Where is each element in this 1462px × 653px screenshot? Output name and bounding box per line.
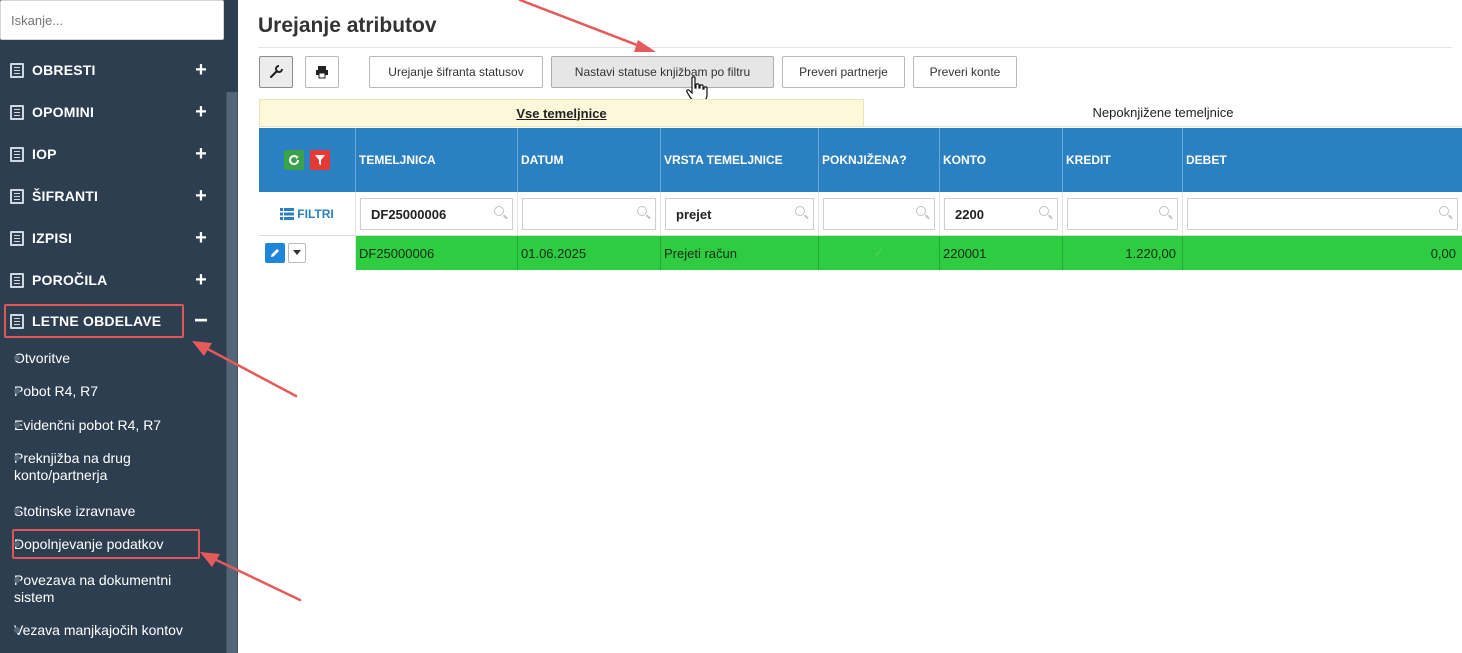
tab-unposted-journals[interactable]: Nepoknjižene temeljnice: [864, 99, 1462, 127]
page-title: Urejanje atributov: [258, 14, 437, 37]
row-actions-cell: [259, 236, 356, 270]
sidebar-item-izpisi[interactable]: IZPISI +: [0, 218, 224, 258]
filter-icon[interactable]: [310, 150, 330, 170]
sidebar-item-porocila[interactable]: POROČILA +: [0, 260, 224, 300]
sidebar-subitem-povezava[interactable]: Povezava na dokumentni sistem: [14, 572, 204, 606]
print-button[interactable]: [305, 56, 339, 88]
document-icon: [10, 104, 24, 120]
bullet-icon: [14, 627, 20, 633]
sidebar-subitem-stotinske[interactable]: Stotinske izravnave: [14, 503, 219, 520]
expand-icon[interactable]: +: [194, 228, 208, 248]
search-icon: [1159, 206, 1169, 216]
wrench-icon: [269, 65, 283, 79]
search-icon: [1439, 206, 1449, 216]
cell-kredit: 1.220,00: [1063, 236, 1183, 270]
grid-filter-row: FILTRI DF25000006 prejet 2200: [259, 192, 1462, 236]
document-icon: [10, 146, 24, 162]
search-icon: [795, 206, 805, 216]
cell-temeljnica: DF25000006: [356, 236, 518, 270]
cell-debet: 0,00: [1430, 245, 1456, 261]
row-dropdown-chevron-down-icon[interactable]: [288, 243, 306, 263]
bullet-icon: [14, 577, 20, 583]
search-icon: [637, 206, 647, 216]
sidebar-item-obresti[interactable]: OBRESTI +: [0, 50, 224, 90]
search-icon: [1039, 206, 1049, 216]
cell-datum: 01.06.2025: [518, 236, 661, 270]
filter-input-poknjizena[interactable]: [823, 198, 935, 230]
sidebar-item-sifranti[interactable]: ŠIFRANTI +: [0, 176, 224, 216]
filter-cell-datum: [518, 192, 661, 236]
sidebar-item-iop[interactable]: IOP +: [0, 134, 224, 174]
filter-input-konto[interactable]: 2200: [944, 198, 1058, 230]
highlight-dopolnjevanje: [12, 529, 200, 559]
cell-konto: 220001: [940, 236, 1063, 270]
title-divider: [258, 47, 1452, 48]
cell-vrsta: Prejeti račun: [661, 236, 819, 270]
filter-input-debet[interactable]: [1187, 198, 1458, 230]
expand-icon[interactable]: +: [194, 60, 208, 80]
expand-icon[interactable]: +: [194, 186, 208, 206]
edit-status-codes-button[interactable]: Urejanje šifranta statusov: [369, 56, 543, 88]
sidebar-scrollbar-thumb[interactable]: [227, 92, 237, 653]
sidebar-subitem-evidencni-pobot[interactable]: Evidenčni pobot R4, R7: [14, 417, 219, 434]
bullet-icon: [14, 508, 20, 514]
check-partners-button[interactable]: Preveri partnerje: [782, 56, 905, 88]
edit-pencil-icon[interactable]: [265, 243, 285, 263]
grid-header-row: TEMELJNICA DATUM VRSTA TEMELJNICE POKNJI…: [259, 128, 1462, 192]
expand-icon[interactable]: +: [194, 270, 208, 290]
sidebar: OBRESTI + OPOMINI + IOP + ŠIFRANTI + IZP…: [0, 0, 238, 653]
refresh-icon[interactable]: [284, 150, 304, 170]
filter-input-datum[interactable]: [522, 198, 656, 230]
filter-cell-vrsta: prejet: [661, 192, 819, 236]
bullet-icon: [14, 422, 20, 428]
tab-all-journals[interactable]: Vse temeljnice: [259, 99, 864, 127]
header-konto[interactable]: KONTO: [940, 128, 1063, 192]
expand-icon[interactable]: +: [194, 102, 208, 122]
expand-icon[interactable]: +: [194, 144, 208, 164]
table-row[interactable]: DF25000006 01.06.2025 Prejeti račun ✓ 22…: [259, 236, 1462, 270]
header-debet[interactable]: DEBET: [1183, 128, 1462, 192]
list-icon: [280, 208, 295, 220]
filter-cell-konto: 2200: [940, 192, 1063, 236]
collapse-icon[interactable]: −: [194, 309, 208, 333]
cell-poknjizena-check-icon: ✓: [819, 236, 940, 270]
header-datum[interactable]: DATUM: [518, 128, 661, 192]
print-icon: [316, 66, 328, 79]
document-icon: [10, 230, 24, 246]
document-icon: [10, 62, 24, 78]
filter-label-cell[interactable]: FILTRI: [259, 192, 356, 236]
sidebar-subitem-vezava[interactable]: Vezava manjkajočih kontov: [14, 622, 184, 639]
filter-input-kredit[interactable]: [1067, 198, 1178, 230]
search-icon: [916, 206, 926, 216]
bullet-icon: [14, 355, 20, 361]
filter-input-temeljnica[interactable]: DF25000006: [360, 198, 513, 230]
header-vrsta[interactable]: VRSTA TEMELJNICE: [661, 128, 819, 192]
header-temeljnica[interactable]: TEMELJNICA: [356, 128, 518, 192]
header-kredit[interactable]: KREDIT: [1063, 128, 1183, 192]
filter-input-vrsta[interactable]: prejet: [665, 198, 814, 230]
filter-label: FILTRI: [297, 207, 334, 221]
filter-cell-debet: [1183, 192, 1462, 236]
app-window: OBRESTI + OPOMINI + IOP + ŠIFRANTI + IZP…: [0, 0, 1462, 653]
sidebar-subitem-pobot[interactable]: Pobot R4, R7: [14, 383, 219, 400]
settings-button[interactable]: [259, 56, 293, 88]
document-icon: [10, 188, 24, 204]
sidebar-item-opomini[interactable]: OPOMINI +: [0, 92, 224, 132]
check-accounts-button[interactable]: Preveri konte: [913, 56, 1017, 88]
sidebar-subitem-preknjizba[interactable]: Preknjižba na drug konto/partnerja: [14, 450, 184, 484]
document-icon: [10, 272, 24, 288]
filter-cell-temeljnica: DF25000006: [356, 192, 518, 236]
main-content: Urejanje atributov Urejanje šifranta sta…: [238, 0, 1462, 653]
highlight-letne-obdelave: [4, 304, 184, 338]
sidebar-subitem-otvoritve[interactable]: Otvoritve: [14, 350, 219, 367]
header-actions-cell: [259, 128, 356, 192]
filter-cell-kredit: [1063, 192, 1183, 236]
bullet-icon: [14, 388, 20, 394]
filter-cell-poknjizena: [819, 192, 940, 236]
header-poknjizena[interactable]: POKNJIŽENA?: [819, 128, 940, 192]
search-icon: [494, 206, 504, 216]
set-statuses-by-filter-button[interactable]: Nastavi statuse knjižbam po filtru: [551, 56, 774, 88]
sidebar-search-input[interactable]: [0, 0, 224, 40]
bullet-icon: [14, 455, 20, 461]
